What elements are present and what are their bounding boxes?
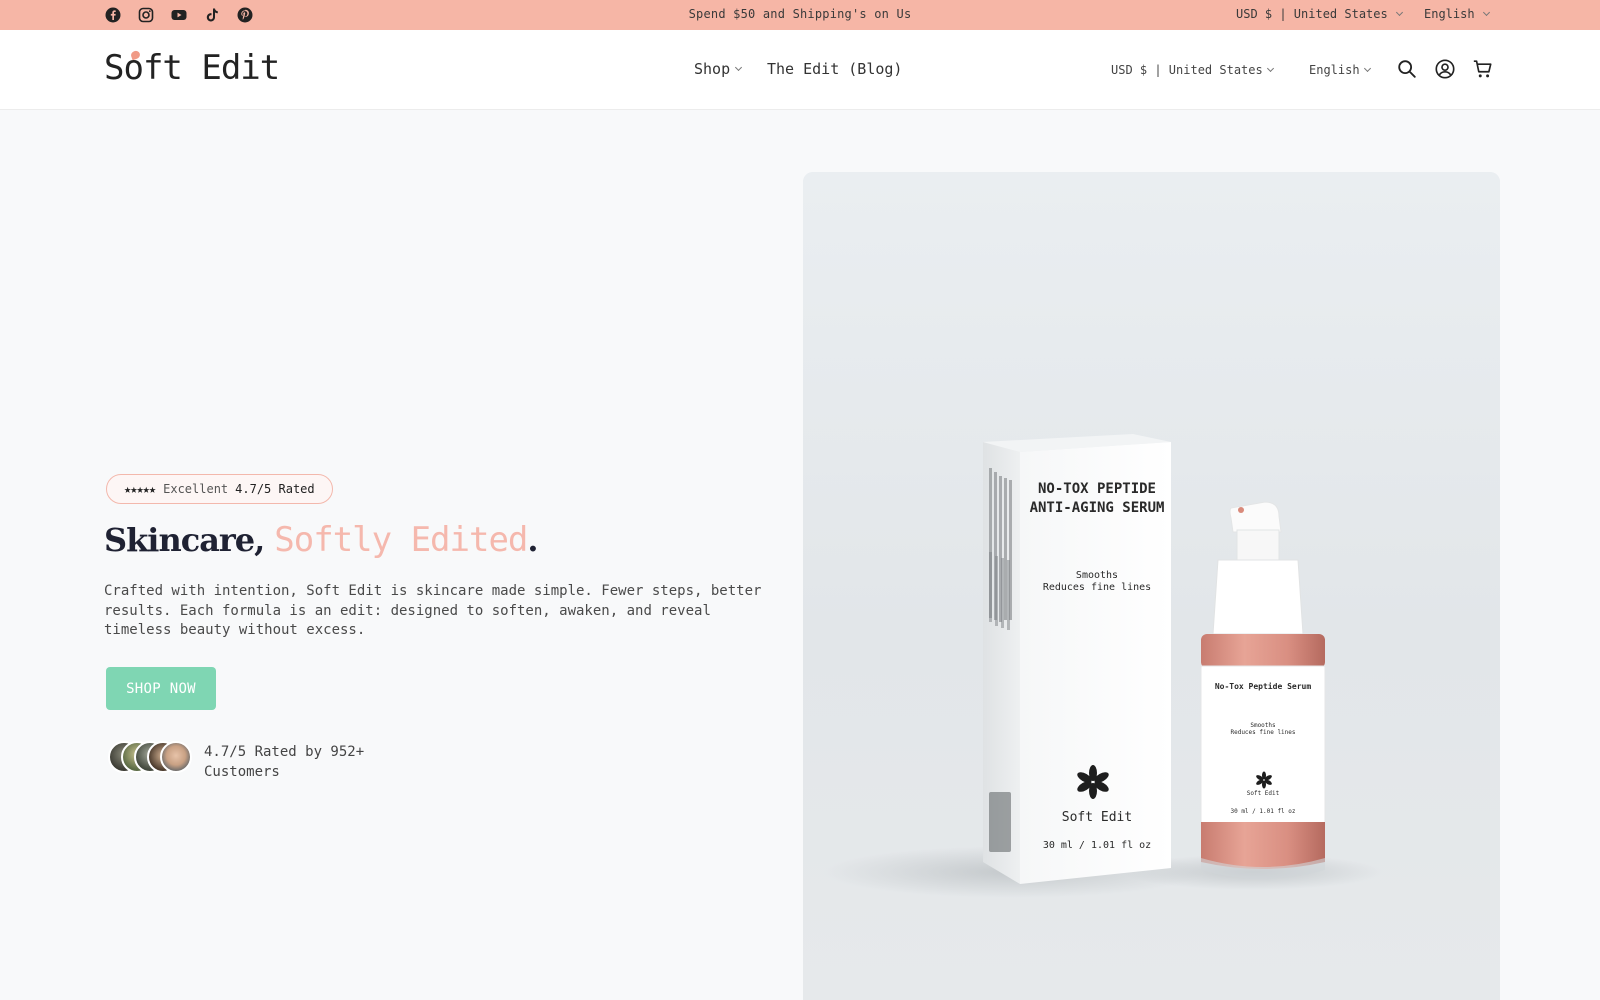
box-subtitle-1: Smooths bbox=[1075, 570, 1119, 581]
chevron-down-icon bbox=[735, 63, 743, 72]
nav-blog-label: The Edit (Blog) bbox=[767, 60, 903, 78]
hero-headline: Skincare, Softly Edited . bbox=[104, 520, 539, 560]
chevron-down-icon bbox=[1363, 64, 1371, 73]
box-brand: Soft Edit bbox=[1061, 810, 1133, 825]
announcement-bar: Spend $50 and Shipping's on Us USD $ | U… bbox=[0, 0, 1600, 30]
chevron-down-icon bbox=[1266, 64, 1274, 73]
bottle-title: No-Tox Peptide Serum bbox=[1214, 682, 1312, 691]
social-proof-text: 4.7/5 Rated by 952+ Customers bbox=[204, 744, 365, 780]
chevron-down-icon bbox=[1482, 8, 1490, 17]
cart-icon[interactable] bbox=[1471, 57, 1495, 81]
header-currency-label: USD $ | United States bbox=[1111, 63, 1263, 77]
rating-badge: ★★★★★ Excellent 4.7/5 Rated bbox=[106, 474, 333, 504]
customer-avatars bbox=[108, 741, 192, 775]
language-label: English bbox=[1424, 7, 1475, 21]
hero-description: Crafted with intention, Soft Edit is ski… bbox=[104, 583, 762, 638]
box-title: NO-TOX PEPTIDE ANTI-AGING SERUM bbox=[1029, 481, 1165, 516]
bottle-sub-1: Smooths bbox=[1250, 722, 1276, 729]
box-subtitle-2: Reduces fine lines bbox=[1042, 582, 1152, 593]
nav-blog[interactable]: The Edit (Blog) bbox=[767, 60, 902, 78]
nav-shop[interactable]: Shop bbox=[694, 60, 743, 78]
currency-label: USD $ | United States bbox=[1236, 7, 1388, 21]
headline-main: Skincare, bbox=[104, 521, 265, 559]
shop-now-button[interactable]: SHOP NOW bbox=[106, 667, 216, 710]
bottle-volume: 30 ml / 1.01 fl oz bbox=[1230, 808, 1296, 815]
currency-selector[interactable]: USD $ | United States bbox=[1236, 7, 1403, 21]
header-currency-selector[interactable]: USD $ | United States bbox=[1111, 63, 1274, 77]
site-header: Soft Edit Shop The Edit (Blog) USD $ | U… bbox=[0, 30, 1600, 110]
hero-product-image: NO-TOX PEPTIDE ANTI-AGING SERUM Smooths … bbox=[803, 172, 1500, 1000]
chevron-down-icon bbox=[1395, 8, 1403, 17]
search-icon[interactable] bbox=[1395, 57, 1419, 81]
language-selector[interactable]: English bbox=[1424, 7, 1490, 21]
rating-label: Excellent bbox=[163, 482, 229, 496]
headline-end: . bbox=[527, 521, 539, 559]
rating-value: 4.7/5 Rated bbox=[235, 482, 315, 496]
avatar bbox=[160, 741, 192, 773]
rating-stars: ★★★★★ bbox=[124, 482, 156, 496]
box-volume: 30 ml / 1.01 fl oz bbox=[1042, 840, 1152, 851]
bottle-sub-2: Reduces fine lines bbox=[1230, 729, 1296, 736]
nav-shop-label: Shop bbox=[694, 60, 731, 78]
account-icon[interactable] bbox=[1433, 57, 1457, 81]
headline-accent: Softly Edited bbox=[274, 520, 528, 560]
bottle-brand: Soft Edit bbox=[1246, 790, 1280, 797]
header-language-selector[interactable]: English bbox=[1309, 63, 1371, 77]
header-language-label: English bbox=[1309, 63, 1360, 77]
